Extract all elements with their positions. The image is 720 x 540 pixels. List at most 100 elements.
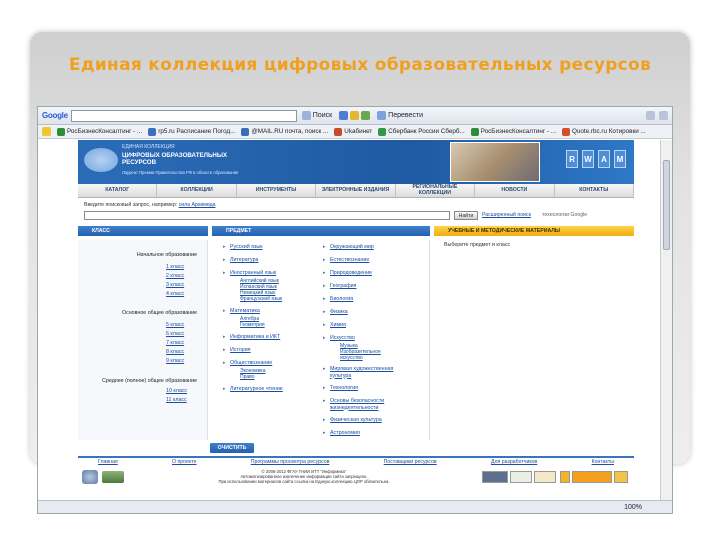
nav-catalog[interactable]: КАТАЛОГ: [78, 184, 158, 197]
subject-link[interactable]: Естествознание: [323, 257, 369, 263]
subject-link[interactable]: Литературное чтение: [223, 386, 283, 392]
grade-link[interactable]: 2 класс: [166, 273, 184, 279]
subject-link[interactable]: Природоведение: [323, 270, 372, 276]
search-hint: Введите поисковый запрос, например: сила…: [84, 202, 216, 208]
level-primary[interactable]: Начальное образование: [137, 252, 197, 258]
wiki-icon[interactable]: W: [582, 150, 594, 168]
bookmark-3[interactable]: Ukабинет: [334, 127, 372, 136]
footer-link-about[interactable]: О проекте: [172, 459, 196, 466]
partner-logo[interactable]: [82, 470, 98, 484]
bookmark-icon[interactable]: [350, 111, 360, 120]
grade-link[interactable]: 10 класс: [166, 388, 187, 394]
favorites-bar: РосБизнесКонсалтинг - ... rp5.ru Расписа…: [38, 125, 672, 139]
grade-link[interactable]: 3 класс: [166, 282, 184, 288]
grade-link[interactable]: 5 класс: [166, 322, 184, 328]
footer-link-contacts[interactable]: Контакты: [592, 459, 614, 466]
counter-badge[interactable]: [560, 471, 570, 483]
grade-link[interactable]: 8 класс: [166, 349, 184, 355]
bookmark-1[interactable]: rp5.ru Расписание Погод...: [148, 127, 235, 136]
grade-link[interactable]: 6 класс: [166, 331, 184, 337]
subject-link[interactable]: Иностранный язык: [223, 270, 276, 276]
bookmark-2[interactable]: @MAIL.RU почта, поиск ...: [241, 127, 328, 136]
nav-tools[interactable]: ИНСТРУМЕНТЫ: [237, 184, 317, 197]
site-search-input[interactable]: [84, 211, 450, 220]
settings-icon[interactable]: [659, 111, 668, 120]
subsubject-link[interactable]: Право: [240, 374, 255, 380]
subject-link[interactable]: Физическая культура: [323, 417, 382, 423]
subject-link[interactable]: Окружающий мир: [323, 244, 374, 250]
grade-link[interactable]: 1 класс: [166, 264, 184, 270]
bookmark-0[interactable]: РосБизнесКонсалтинг - ...: [57, 127, 142, 136]
subject-link[interactable]: Искусство: [323, 335, 355, 341]
zoom-level[interactable]: 100%: [624, 504, 642, 511]
partner-logo-2[interactable]: [102, 471, 124, 483]
subject-link[interactable]: Математика: [223, 308, 260, 314]
footer-links: Главная О проекте Программы просмотра ре…: [78, 456, 634, 466]
bookmark-4[interactable]: Сбербанк России Сберб...: [378, 127, 465, 136]
footer-link-suppliers[interactable]: Поставщики ресурсов: [384, 459, 437, 466]
nav-e-editions[interactable]: ЭЛЕКТРОННЫЕ ИЗДАНИЯ: [316, 184, 396, 197]
scroll-thumb[interactable]: [663, 160, 670, 250]
grade-link[interactable]: 7 класс: [166, 340, 184, 346]
subject-link[interactable]: Астрономия: [323, 430, 360, 436]
site-icon: [334, 127, 343, 136]
grade-link[interactable]: 11 класс: [166, 397, 187, 403]
subject-link[interactable]: Основы безопасности жизнедеятельности: [323, 398, 416, 411]
nav-news[interactable]: НОВОСТИ: [475, 184, 555, 197]
clear-button[interactable]: ОЧИСТИТЬ: [210, 443, 254, 453]
grade-link[interactable]: 9 класс: [166, 358, 184, 364]
az-icon[interactable]: A: [598, 150, 610, 168]
nav-collections[interactable]: КОЛЛЕКЦИИ: [157, 184, 237, 197]
subject-link[interactable]: Физика: [323, 309, 348, 315]
counter-badge[interactable]: [510, 471, 532, 483]
translate-button[interactable]: Перевести: [375, 111, 425, 120]
nav-contacts[interactable]: КОНТАКТЫ: [555, 184, 634, 197]
site-icon: [57, 127, 65, 136]
subject-link[interactable]: Литература: [223, 257, 258, 263]
toolbar-search-button[interactable]: Поиск: [300, 111, 334, 120]
counter-badge[interactable]: [572, 471, 612, 483]
footer-link-developers[interactable]: Для разработчиков: [491, 459, 537, 466]
level-senior[interactable]: Среднее (полное) общее образование: [102, 378, 197, 384]
site-icon: [241, 127, 250, 136]
toolbar-search-input[interactable]: [70, 109, 297, 122]
bookmark-5[interactable]: РосБизнесКонсалтинг - ...: [470, 127, 556, 136]
rss-icon[interactable]: R: [566, 150, 578, 168]
subject-link[interactable]: Русский язык: [223, 244, 262, 250]
subject-link[interactable]: История: [223, 347, 250, 353]
subject-link[interactable]: Информатика и ИКТ: [223, 334, 280, 340]
level-basic[interactable]: Основное общее образование: [122, 310, 197, 316]
counter-badge[interactable]: [534, 471, 556, 483]
advanced-search-link[interactable]: Расширенный поиск: [482, 212, 531, 218]
counter-badge[interactable]: [482, 471, 508, 483]
mail-icon[interactable]: M: [614, 150, 626, 168]
copyright: © 2006-2012 ФГАУ ГНИИ ИТТ "Информика" Ав…: [218, 469, 390, 485]
star-icon[interactable]: [339, 111, 349, 120]
subject-link[interactable]: Химия: [323, 322, 346, 328]
wrench-icon[interactable]: [646, 111, 655, 120]
grade-link[interactable]: 4 класс: [166, 291, 184, 297]
subject-link[interactable]: Биология: [323, 296, 353, 302]
nav-regional[interactable]: РЕГИОНАЛЬНЫЕ КОЛЛЕКЦИИ: [396, 184, 476, 197]
subject-link[interactable]: Обществознание: [223, 360, 272, 366]
banner-caption: Лауреат Премии Правительства РФ в област…: [122, 170, 239, 175]
check-icon[interactable]: [361, 111, 371, 120]
bookmark-6[interactable]: Quote.rbc.ru Котировки ...: [561, 127, 646, 136]
find-button[interactable]: Найти: [454, 211, 478, 220]
footer-link-viewers[interactable]: Программы просмотра ресурсов: [251, 459, 330, 466]
subject-link[interactable]: Технология: [323, 385, 358, 391]
subsubject-link[interactable]: Изобразительное искусство: [340, 349, 400, 361]
site-icon: [470, 127, 479, 136]
toolbar-icons[interactable]: [337, 111, 372, 120]
site-logo[interactable]: [84, 148, 118, 172]
subsubject-link[interactable]: Французский язык: [240, 296, 282, 302]
footer-link-home[interactable]: Главная: [98, 459, 118, 466]
subject-link[interactable]: Мировая художественная культура: [323, 366, 416, 379]
subject-link[interactable]: География: [323, 283, 357, 289]
counter-badge[interactable]: [614, 471, 628, 483]
subsubject-link[interactable]: Геометрия: [240, 322, 265, 328]
search-example-link[interactable]: сила Архимеда: [179, 202, 216, 208]
favorites-star-icon[interactable]: [42, 127, 51, 136]
vertical-scrollbar[interactable]: [660, 140, 672, 502]
materials-header: УЧЕБНЫЕ И МЕТОДИЧЕСКИЕ МАТЕРИАЛЫ: [434, 226, 634, 236]
